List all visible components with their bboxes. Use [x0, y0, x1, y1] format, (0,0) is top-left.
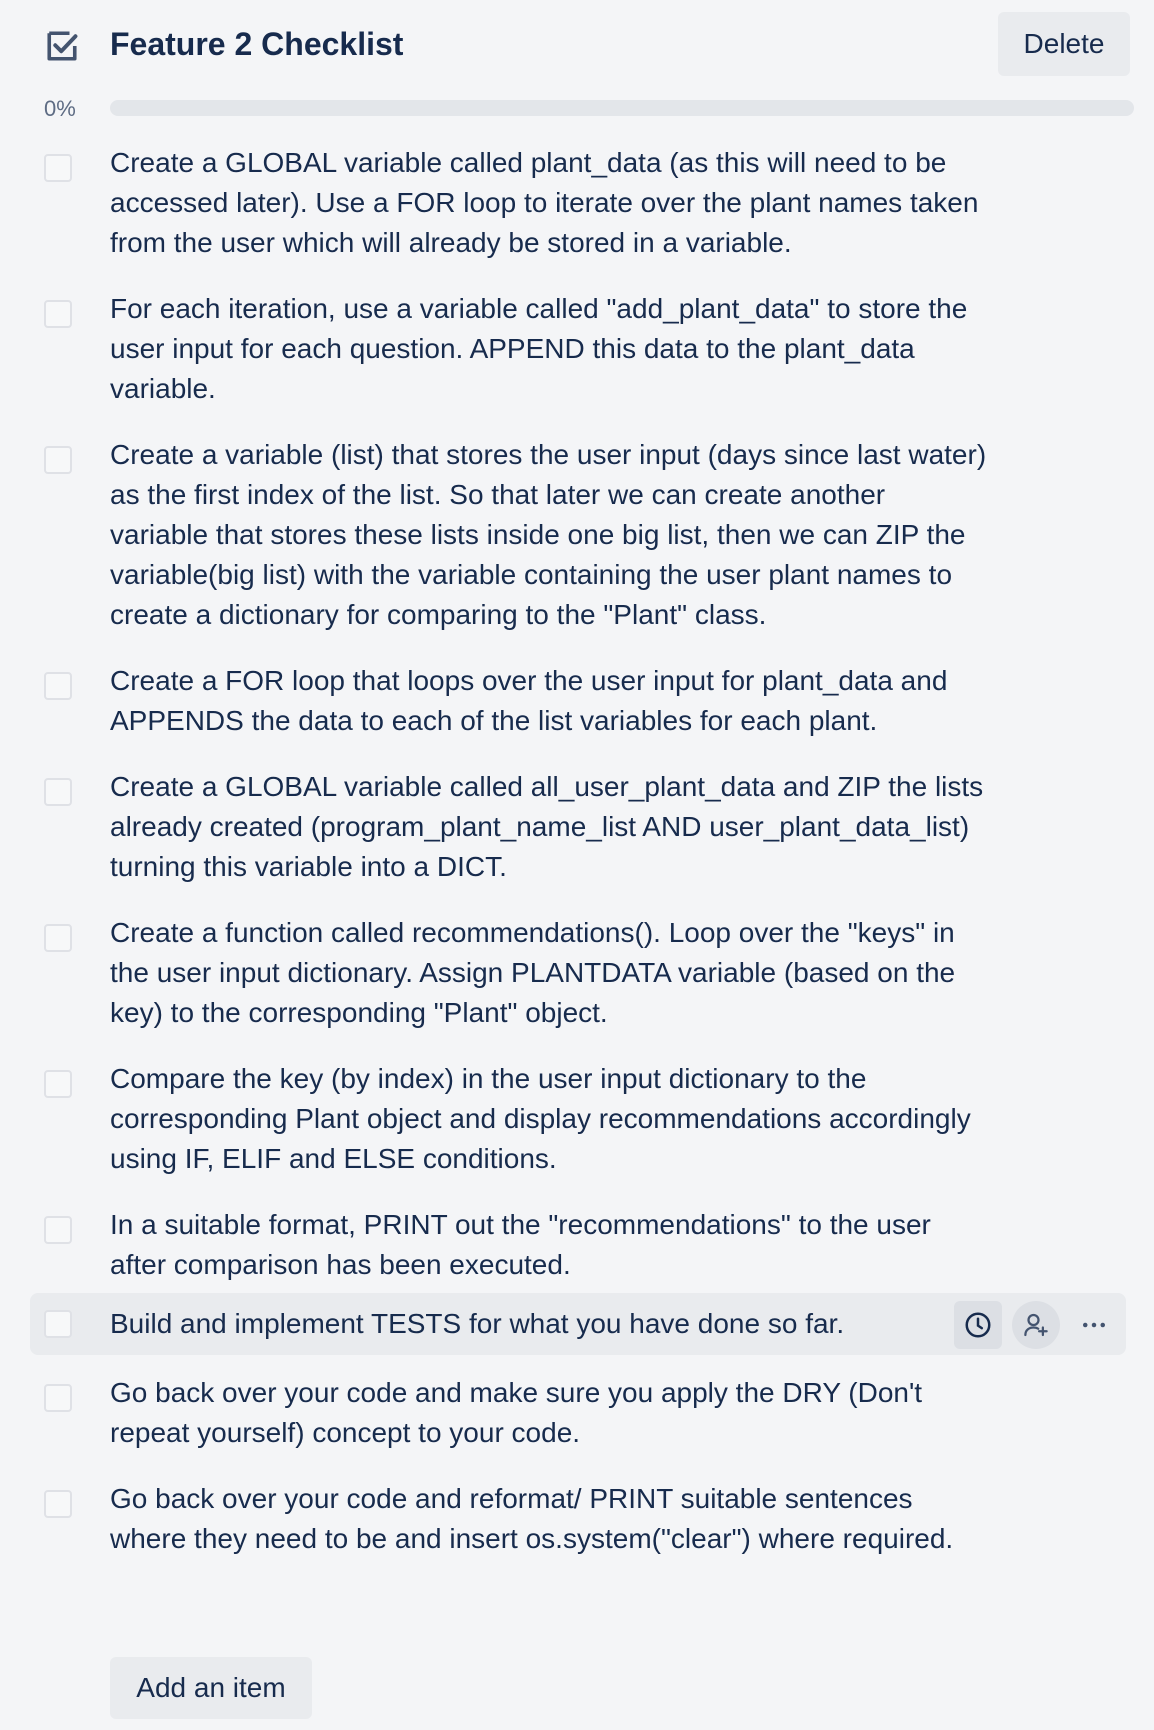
item-checkbox[interactable] [44, 300, 72, 328]
item-checkbox[interactable] [44, 446, 72, 474]
checklist-item[interactable]: Create a function called recommendations… [0, 905, 1154, 1033]
checklist: Feature 2 Checklist Delete 0% Create a G… [0, 0, 1154, 1719]
checklist-item-text[interactable]: Create a GLOBAL variable called plant_da… [110, 143, 990, 263]
checklist-item-content: In a suitable format, PRINT out the "rec… [0, 1205, 1154, 1285]
checklist-item-text[interactable]: Go back over your code and make sure you… [110, 1373, 990, 1453]
checklist-header: Feature 2 Checklist Delete [0, 0, 1154, 90]
checklist-item[interactable]: Build and implement TESTS for what you h… [30, 1293, 1126, 1355]
checklist-title: Feature 2 Checklist [110, 26, 404, 62]
item-checkbox[interactable] [44, 1310, 72, 1338]
checklist-item-text[interactable]: Create a variable (list) that stores the… [110, 435, 990, 635]
checklist-item[interactable]: Go back over your code and make sure you… [0, 1365, 1154, 1453]
checklist-item-content: Create a FOR loop that loops over the us… [0, 661, 1154, 741]
checklist-item-content: Go back over your code and make sure you… [0, 1373, 1154, 1453]
checklist-item[interactable]: Go back over your code and reformat/ PRI… [0, 1471, 1154, 1559]
checklist-item-text[interactable]: For each iteration, use a variable calle… [110, 289, 990, 409]
progress-bar [110, 100, 1134, 116]
item-checkbox[interactable] [44, 154, 72, 182]
checklist-item[interactable]: For each iteration, use a variable calle… [0, 281, 1154, 409]
item-checkbox[interactable] [44, 1070, 72, 1098]
add-member-icon[interactable] [1012, 1301, 1060, 1349]
checklist-item[interactable]: Create a variable (list) that stores the… [0, 427, 1154, 635]
checklist-item-content: For each iteration, use a variable calle… [0, 289, 1154, 409]
item-checkbox[interactable] [44, 1216, 72, 1244]
checklist-item[interactable]: Create a GLOBAL variable called all_user… [0, 759, 1154, 887]
item-checkbox[interactable] [44, 778, 72, 806]
checklist-item-content: Create a GLOBAL variable called all_user… [0, 767, 1154, 887]
more-icon[interactable] [1070, 1301, 1118, 1349]
item-checkbox[interactable] [44, 1490, 72, 1518]
add-item-button[interactable]: Add an item [110, 1657, 312, 1719]
checklist-item-content: Compare the key (by index) in the user i… [0, 1059, 1154, 1179]
checklist-item-content: Go back over your code and reformat/ PRI… [0, 1479, 1154, 1559]
checklist-item-content: Create a GLOBAL variable called plant_da… [0, 143, 1154, 263]
checklist-item-content: Create a variable (list) that stores the… [0, 435, 1154, 635]
checklist-item-text[interactable]: Create a GLOBAL variable called all_user… [110, 767, 990, 887]
delete-button[interactable]: Delete [998, 12, 1130, 76]
checklist-items: Create a GLOBAL variable called plant_da… [0, 135, 1154, 1559]
item-checkbox[interactable] [44, 1384, 72, 1412]
checklist-item-content: Create a function called recommendations… [0, 913, 1154, 1033]
clock-icon[interactable] [954, 1301, 1002, 1349]
checklist-item-text[interactable]: Create a function called recommendations… [110, 913, 990, 1033]
checklist-item-text[interactable]: Compare the key (by index) in the user i… [110, 1059, 990, 1179]
checklist-item-text[interactable]: In a suitable format, PRINT out the "rec… [110, 1205, 990, 1285]
checkbox-checked-icon [47, 31, 78, 61]
item-checkbox[interactable] [44, 924, 72, 952]
checklist-item-text[interactable]: Go back over your code and reformat/ PRI… [110, 1479, 990, 1559]
checklist-item-text[interactable]: Create a FOR loop that loops over the us… [110, 661, 990, 741]
checklist-item[interactable]: Compare the key (by index) in the user i… [0, 1051, 1154, 1179]
checklist-item[interactable]: In a suitable format, PRINT out the "rec… [0, 1197, 1154, 1285]
checklist-item[interactable]: Create a GLOBAL variable called plant_da… [0, 135, 1154, 263]
progress-percentage: 0% [44, 96, 76, 121]
checklist-item[interactable]: Create a FOR loop that loops over the us… [0, 653, 1154, 741]
item-checkbox[interactable] [44, 672, 72, 700]
item-actions [954, 1301, 1118, 1349]
checklist-item-text[interactable]: Build and implement TESTS for what you h… [110, 1304, 990, 1344]
